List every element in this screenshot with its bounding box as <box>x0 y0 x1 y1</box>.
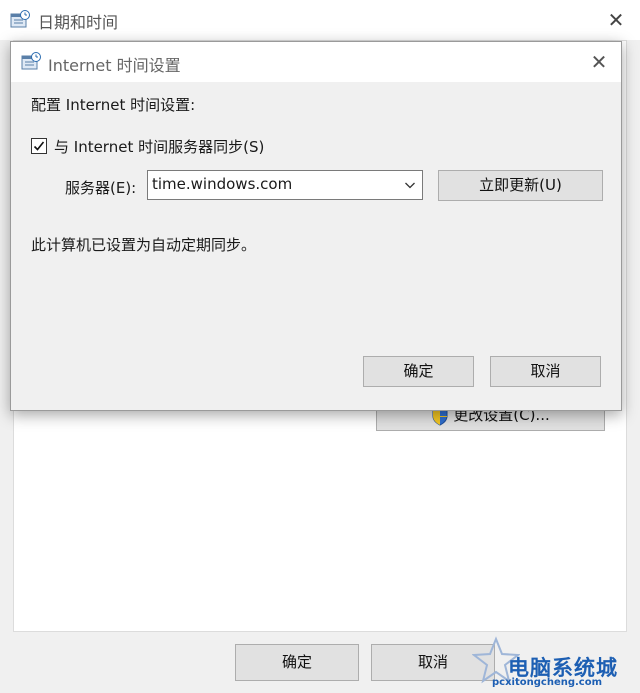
update-now-button[interactable]: 立即更新(U) <box>438 170 603 201</box>
watermark: 电脑系统城 pcxitongcheng.com <box>470 626 640 693</box>
close-icon[interactable]: ✕ <box>587 50 611 74</box>
server-dropdown[interactable]: time.windows.com <box>147 170 423 200</box>
checkmark-icon <box>33 141 45 151</box>
parent-window-title: 日期和时间 <box>38 13 119 32</box>
sync-checkbox-label[interactable]: 与 Internet 时间服务器同步(S) <box>54 136 264 157</box>
close-icon[interactable]: ✕ <box>603 8 629 32</box>
chevron-down-icon <box>405 182 415 189</box>
watermark-sub-text: pcxitongcheng.com <box>492 677 603 688</box>
dialog-title: Internet 时间设置 <box>48 56 181 75</box>
internet-time-dialog: Internet 时间设置 ✕ 配置 Internet 时间设置: 与 Inte… <box>10 41 622 411</box>
sync-checkbox[interactable] <box>31 138 47 154</box>
dialog-titlebar: Internet 时间设置 ✕ <box>11 42 621 82</box>
server-value: time.windows.com <box>152 175 293 193</box>
parent-ok-button[interactable]: 确定 <box>235 644 359 681</box>
parent-titlebar: 日期和时间 ✕ <box>0 0 640 40</box>
server-label: 服务器(E): <box>65 179 137 197</box>
sync-status-text: 此计算机已设置为自动定期同步。 <box>31 236 257 254</box>
dialog-ok-button[interactable]: 确定 <box>363 356 474 387</box>
clock-calendar-icon <box>10 10 30 30</box>
config-heading: 配置 Internet 时间设置: <box>31 96 196 114</box>
dialog-cancel-button[interactable]: 取消 <box>490 356 601 387</box>
clock-calendar-icon <box>21 52 41 72</box>
